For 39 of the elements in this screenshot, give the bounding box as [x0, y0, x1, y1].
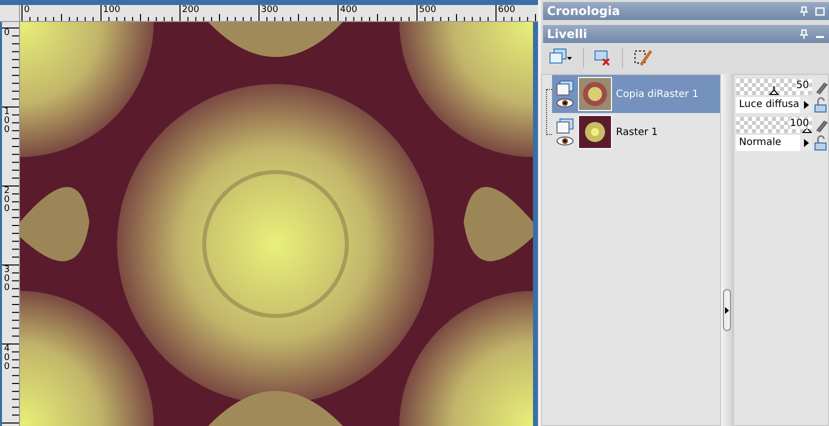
slider-thumb[interactable] — [769, 86, 779, 95]
opacity-value: 50 — [796, 80, 809, 91]
ruler-label: 0 — [24, 5, 30, 15]
ruler-label: 600 — [498, 5, 516, 15]
lock-icon[interactable] — [814, 97, 828, 113]
pin-icon[interactable] — [799, 6, 809, 16]
caret-icon — [804, 139, 808, 147]
blend-mode-dropdown[interactable]: Normale — [736, 135, 812, 151]
panel-title: Livelli — [547, 27, 588, 41]
ruler-label: 0 — [4, 29, 11, 38]
opacity-slider[interactable]: 50 — [736, 79, 812, 95]
layer-row[interactable]: Raster 1 — [552, 113, 720, 151]
collapse-handle[interactable] — [723, 289, 731, 331]
opacity-value: 100 — [790, 118, 809, 129]
ruler-label: 100 — [4, 108, 11, 135]
ruler-label: 400 — [4, 345, 11, 372]
ruler-label: 500 — [419, 5, 436, 15]
eye-icon[interactable] — [556, 136, 574, 146]
scrollbar[interactable] — [533, 22, 538, 426]
ruler-label: 200 — [4, 187, 11, 214]
eye-icon[interactable] — [556, 98, 574, 108]
raster-layer-icon — [556, 80, 574, 96]
layer-name: Copia diRaster 1 — [616, 88, 698, 100]
blend-mode-dropdown[interactable]: Luce diffusa — [736, 97, 812, 113]
panel-title: Cronologia — [547, 4, 621, 18]
ruler-label: 100 — [103, 5, 120, 15]
ruler-label: 300 — [4, 266, 11, 293]
pin-icon[interactable] — [799, 29, 809, 39]
ruler-label: 200 — [182, 5, 200, 15]
layer-name: Raster 1 — [616, 126, 658, 138]
ruler-label: 400 — [340, 5, 358, 15]
ruler-label: 300 — [261, 5, 278, 15]
layer-thumbnail — [578, 115, 612, 149]
layer-thumbnail — [578, 77, 612, 111]
raster-layer-icon — [556, 118, 574, 134]
window-icon[interactable] — [815, 6, 825, 16]
caret-icon — [804, 101, 808, 109]
opacity-slider[interactable]: 100 — [736, 117, 812, 133]
lock-icon[interactable] — [814, 135, 828, 151]
